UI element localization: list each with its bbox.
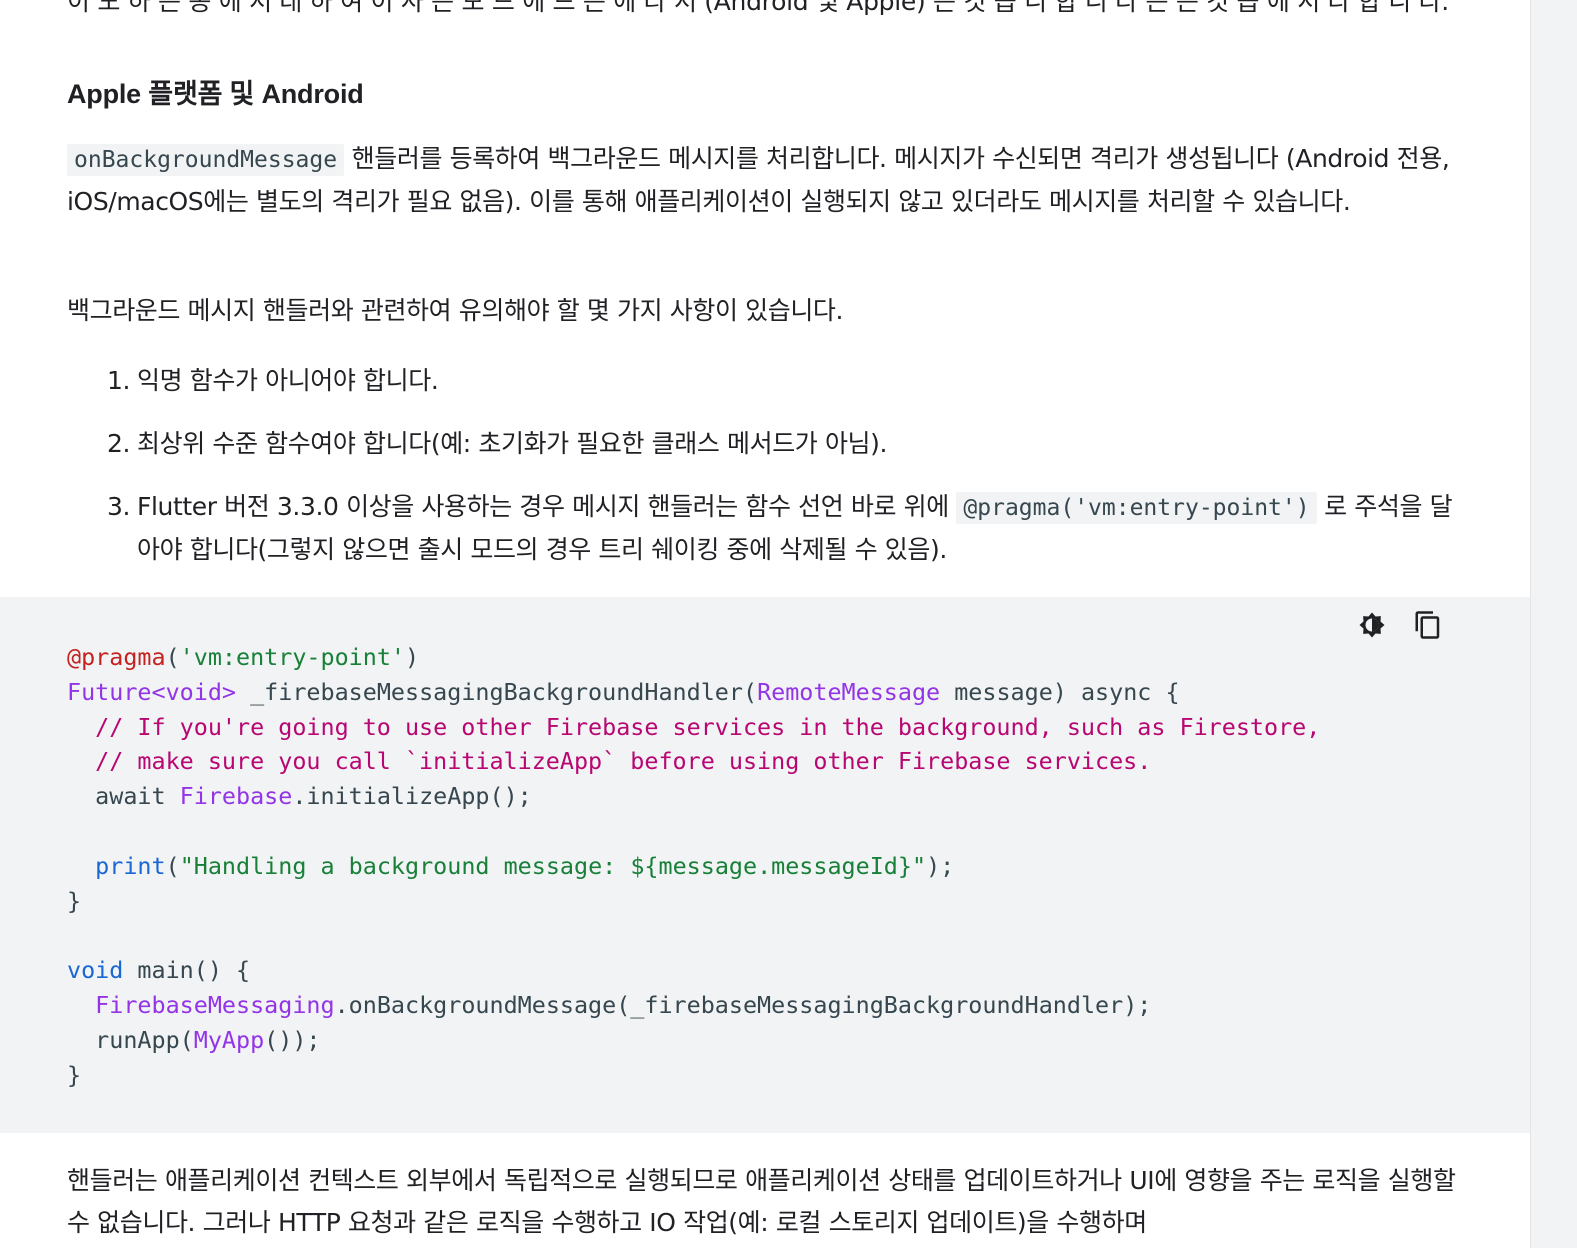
list-item: 2. 최상위 수준 함수여야 합니다(예: 초기화가 필요한 클래스 메서드가 …: [107, 423, 1467, 465]
code-line: Future<void> _firebaseMessagingBackgroun…: [67, 675, 1320, 710]
intro-paragraph: onBackgroundMessage 핸들러를 등록하여 백그라운드 메시지를…: [67, 138, 1467, 223]
code-token: main() {: [123, 956, 251, 985]
code-token: (: [165, 851, 180, 880]
code-token: print: [95, 851, 166, 880]
code-token: _firebaseMessagingBackgroundHandler(: [236, 677, 758, 706]
code-token: 'vm:entry-point': [179, 643, 405, 671]
list-item-text: Flutter 버전 3.3.0 이상을 사용하는 경우 메시지 핸들러는 함수…: [137, 492, 957, 521]
code-token: message) async {: [940, 677, 1180, 706]
code-token: Future: [67, 677, 152, 706]
code-token: void: [67, 956, 124, 985]
code-token: ());: [264, 1025, 321, 1054]
list-item-text: 익명 함수가 아니어야 합니다.: [137, 366, 439, 395]
code-token: MyApp: [193, 1025, 265, 1054]
code-line: void main() {: [67, 953, 1320, 988]
section-heading: Apple 플랫폼 및 Android: [67, 79, 364, 109]
list-item: 3. Flutter 버전 3.3.0 이상을 사용하는 경우 메시지 핸들러는…: [107, 486, 1467, 571]
code-line: ​: [67, 918, 1320, 953]
list-number: 3.: [107, 492, 131, 521]
list-item: 1. 익명 함수가 아니어야 합니다.: [107, 360, 1467, 402]
code-line: }: [67, 1058, 1320, 1093]
inline-code-pragma: @pragma('vm:entry-point'): [956, 492, 1317, 524]
code-listing: @pragma('vm:entry-point') Future<void> _f…: [67, 640, 1320, 1092]
cut-off-text-line: 이 도 하 는 동 에 서 대 하 여 이 사 는 모 드 에 드 는 에 라 …: [67, 0, 1449, 16]
code-line: print("Handling a background message: ${…: [67, 849, 1320, 884]
code-line: @pragma('vm:entry-point'): [67, 640, 1320, 675]
code-line: ​: [67, 814, 1320, 849]
code-token: .onBackgroundMessage(_firebaseMessagingB…: [334, 990, 1152, 1019]
outro-paragraph: 핸들러는 애플리케이션 컨텍스트 외부에서 독립적으로 실행되므로 애플리케이션…: [67, 1166, 1456, 1237]
code-token: }: [67, 1060, 82, 1089]
notes-list: 1. 익명 함수가 아니어야 합니다. 2. 최상위 수준 함수여야 합니다(예…: [107, 360, 1467, 570]
code-token: .initializeApp();: [292, 782, 532, 811]
list-number: 2.: [107, 429, 131, 458]
code-token: "Handling a background message: ${messag…: [179, 851, 927, 880]
code-toolbar: [1355, 605, 1445, 645]
copy-icon: [1415, 611, 1440, 639]
code-token: <void>: [151, 677, 237, 706]
list-item-text: 최상위 수준 함수여야 합니다(예: 초기화가 필요한 클래스 메서드가 아님)…: [137, 429, 888, 458]
list-number: 1.: [107, 366, 131, 395]
code-token: runApp(: [67, 1025, 194, 1054]
copy-code-button[interactable]: [1411, 608, 1445, 642]
code-line: FirebaseMessaging.onBackgroundMessage(_f…: [67, 988, 1320, 1023]
code-line: }: [67, 884, 1320, 919]
code-line: // make sure you call `initializeApp` be…: [67, 744, 1320, 779]
code-token: (: [165, 643, 180, 671]
code-token: );: [926, 851, 955, 880]
inline-code-onbackgroundmessage: onBackgroundMessage: [67, 144, 345, 176]
code-line: // If you're going to use other Firebase…: [67, 710, 1320, 745]
brightness-icon: [1359, 612, 1385, 638]
code-line: await Firebase.initializeApp();: [67, 779, 1320, 814]
code-line: runApp(MyApp());: [67, 1023, 1320, 1058]
code-token: Firebase: [179, 782, 293, 811]
code-token: FirebaseMessaging: [95, 990, 335, 1019]
code-token: // make sure you call `initializeApp` be…: [67, 747, 1152, 776]
code-token: @pragma: [67, 643, 166, 671]
notes-intro: 백그라운드 메시지 핸들러와 관련하여 유의해야 할 몇 가지 사항이 있습니다…: [67, 296, 844, 325]
scrollbar-track[interactable]: [1530, 0, 1577, 1248]
code-token: // If you're going to use other Firebase…: [67, 712, 1321, 741]
doc-page: 이 도 하 는 동 에 서 대 하 여 이 사 는 모 드 에 드 는 에 라 …: [0, 0, 1530, 1248]
code-token: RemoteMessage: [757, 677, 941, 706]
code-token: await: [67, 782, 180, 811]
theme-toggle-button[interactable]: [1355, 608, 1389, 642]
code-token: }: [67, 886, 82, 915]
code-token: ): [405, 643, 420, 671]
